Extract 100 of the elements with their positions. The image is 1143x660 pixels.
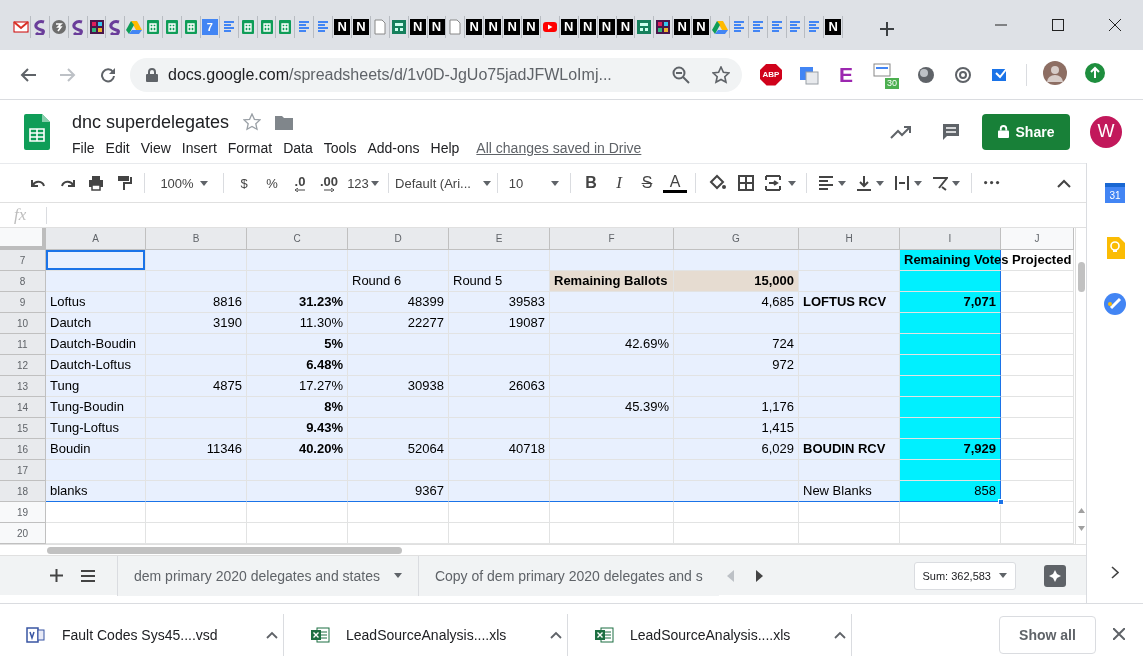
update-icon[interactable] <box>1085 62 1105 83</box>
menu-item[interactable]: Insert <box>176 139 222 156</box>
letter-icon[interactable]: E <box>836 62 856 87</box>
table-cell: 6,029 <box>674 439 799 460</box>
browser-tab[interactable] <box>654 16 674 38</box>
download-item[interactable]: LeadSourceAnalysis....xls <box>568 613 852 656</box>
vertical-scrollbar[interactable] <box>1075 228 1086 544</box>
close-icon[interactable] <box>1113 627 1125 640</box>
folder-icon[interactable] <box>275 114 294 130</box>
menu-item[interactable]: File <box>72 139 100 156</box>
maximize-icon[interactable] <box>1051 19 1064 31</box>
minimize-icon[interactable] <box>994 24 1007 26</box>
row-header[interactable]: 10 <box>0 313 46 334</box>
browser-tab[interactable] <box>49 16 69 38</box>
avatar-icon[interactable] <box>1043 60 1067 85</box>
row-header[interactable]: 7 <box>0 250 46 271</box>
currency-button[interactable]: $ <box>230 169 258 197</box>
column-header[interactable]: F <box>550 228 674 250</box>
column-header[interactable]: I <box>900 228 1001 250</box>
sum-dropdown[interactable]: Sum: 362,583 <box>913 561 1016 590</box>
scroll-up-icon[interactable] <box>1078 508 1085 513</box>
row-header[interactable]: 9 <box>0 292 46 313</box>
decrease-decimal-button[interactable]: .0 <box>286 169 314 197</box>
menu-item[interactable]: Data <box>278 139 318 156</box>
column-header[interactable]: D <box>348 228 449 250</box>
scroll-right-icon[interactable] <box>755 569 763 582</box>
star-icon[interactable] <box>712 65 730 84</box>
sheet-tab[interactable]: Copy of dem primary 2020 delegates and s <box>417 555 719 596</box>
bold-button[interactable]: B <box>577 169 605 197</box>
increase-decimal-button[interactable]: .00 <box>314 169 344 197</box>
strikethrough-button[interactable]: S <box>633 169 661 197</box>
menu-item[interactable]: Format <box>222 139 278 156</box>
row-header[interactable]: 17 <box>0 460 46 481</box>
text-color-button[interactable]: A <box>663 173 687 193</box>
chevron-right-icon[interactable] <box>1111 566 1119 579</box>
column-header[interactable]: G <box>674 228 799 250</box>
font-size-dropdown[interactable]: 10 <box>504 169 564 197</box>
scrollbar-thumb[interactable] <box>1078 262 1085 292</box>
close-icon[interactable] <box>1108 19 1121 31</box>
share-button[interactable]: Share <box>982 113 1070 150</box>
row-header[interactable]: 11 <box>0 334 46 355</box>
orb-icon[interactable] <box>916 64 936 85</box>
checkmark-icon[interactable] <box>1104 293 1126 315</box>
column-header[interactable]: H <box>799 228 900 250</box>
menu-item[interactable]: Edit <box>100 139 135 156</box>
horizontal-scrollbar[interactable] <box>0 544 1086 555</box>
column-header[interactable]: C <box>247 228 348 250</box>
column-header[interactable]: A <box>46 228 146 250</box>
merge-icon <box>764 174 782 192</box>
show-all-button[interactable]: Show all <box>999 615 1096 654</box>
scrollbar-thumb[interactable] <box>47 547 402 554</box>
browser-tab[interactable] <box>87 16 107 38</box>
download-item[interactable]: LeadSourceAnalysis....xls <box>284 613 568 656</box>
zoom-out-icon[interactable] <box>672 65 690 84</box>
row-header[interactable]: 20 <box>0 523 46 544</box>
sheet-tab[interactable]: dem primary 2020 delegates and states <box>117 555 418 596</box>
back-icon[interactable] <box>20 66 36 83</box>
address-field[interactable]: docs.google.com/spreadsheets/d/1v0D-JgUo75jadJFWLoImj... <box>130 57 742 92</box>
chevron-up-icon[interactable] <box>834 630 846 639</box>
menu-item[interactable]: View <box>135 139 176 156</box>
fill-handle[interactable] <box>998 499 1004 505</box>
row-header[interactable]: 13 <box>0 376 46 397</box>
column-header[interactable]: E <box>449 228 550 250</box>
row-header[interactable]: 16 <box>0 439 46 460</box>
row-header[interactable]: 8 <box>0 271 46 292</box>
document-title[interactable]: dnc superdelegates <box>72 111 230 133</box>
download-item[interactable]: Fault Codes Sys45....vsd <box>0 613 284 656</box>
explore-button[interactable] <box>1044 564 1066 587</box>
stop-sign-icon[interactable]: ABP <box>760 63 782 86</box>
trend-icon[interactable] <box>890 124 912 139</box>
row-header[interactable]: 14 <box>0 397 46 418</box>
row-header[interactable]: 15 <box>0 418 46 439</box>
translate-icon[interactable] <box>799 64 819 85</box>
scroll-down-icon[interactable] <box>1078 526 1085 531</box>
avatar[interactable]: W <box>1090 115 1122 148</box>
zoom-dropdown[interactable]: 100% <box>151 169 217 197</box>
save-status-link[interactable]: All changes saved in Drive <box>476 139 642 156</box>
new-tab-icon[interactable] <box>880 22 894 36</box>
chevron-up-icon[interactable] <box>550 630 562 639</box>
menu-item[interactable]: Add-ons <box>362 139 425 156</box>
add-sheet-icon[interactable] <box>50 569 63 582</box>
menu-item[interactable]: Tools <box>318 139 362 156</box>
row-header[interactable]: 18 <box>0 481 46 502</box>
menu-icon[interactable] <box>80 569 95 582</box>
menu-item[interactable]: Help <box>425 139 465 156</box>
format-dropdown[interactable]: 123 <box>344 169 382 197</box>
column-header[interactable]: J <box>1001 228 1074 250</box>
font-dropdown[interactable]: Default (Ari... <box>395 169 491 197</box>
browser-tab[interactable] <box>106 16 126 38</box>
column-header[interactable]: B <box>146 228 247 250</box>
percent-button[interactable]: % <box>258 169 286 197</box>
row-header[interactable]: 12 <box>0 355 46 376</box>
comment-icon[interactable] <box>941 121 961 142</box>
reload-icon[interactable] <box>100 66 116 83</box>
row-header[interactable]: 19 <box>0 502 46 523</box>
star-icon[interactable] <box>243 113 262 131</box>
italic-button[interactable]: I <box>605 169 633 197</box>
chevron-up-icon[interactable] <box>266 630 278 639</box>
browser-tab[interactable] <box>12 16 31 38</box>
calendar-icon[interactable]: 31 <box>1105 183 1125 203</box>
